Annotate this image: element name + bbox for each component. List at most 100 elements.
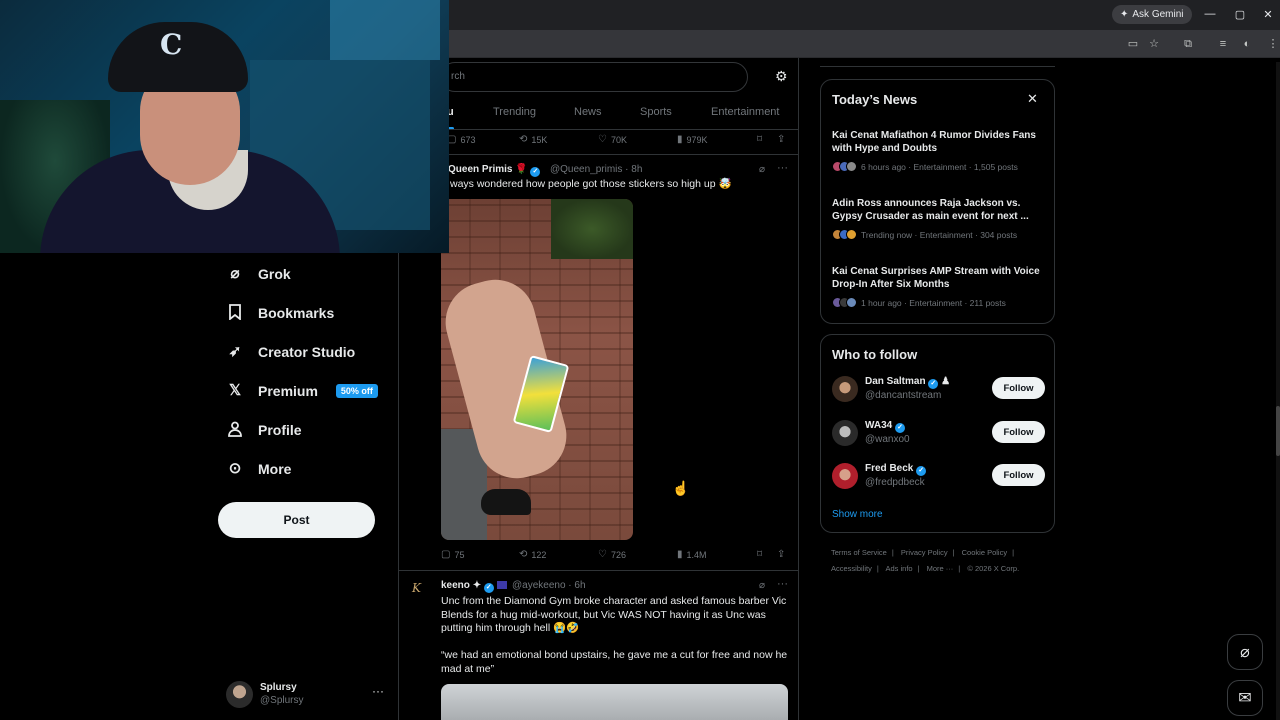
bookmark-icon: ⌑ [757, 134, 763, 145]
close-window-button[interactable]: ✕ [1261, 8, 1275, 21]
news-item-meta: Trending now · Entertainment · 304 posts [832, 229, 1017, 240]
nav-bookmarks[interactable]: Bookmarks [226, 300, 334, 326]
footer-link[interactable]: Accessibility [831, 564, 872, 573]
sidepanel-icon[interactable]: ⧉ [1181, 37, 1195, 51]
tab-trending[interactable]: Trending [493, 106, 536, 118]
views-icon: ▮ [677, 134, 683, 145]
tweet-author-name[interactable]: keeno ✦ ✓ [441, 580, 507, 593]
news-item-title[interactable]: Kai Cenat Surprises AMP Stream with Voic… [832, 265, 1047, 291]
follow-suggestion[interactable]: Fred Beck ✓ @fredpdbeck Follow [832, 461, 1047, 493]
grok-float-button[interactable]: ⌀ [1227, 634, 1263, 670]
reply-icon: ▢ [441, 549, 451, 560]
affiliate-badge-icon [496, 581, 507, 589]
tweet-text: ways wondered how people got those stick… [450, 178, 732, 190]
footer-links: Terms of Service | Privacy Policy | Cookie… [831, 548, 1015, 557]
sparkle-icon: ✦ [472, 580, 482, 591]
reply-action[interactable]: ▢ 673 [447, 134, 475, 145]
verified-badge-icon: ✓ [916, 466, 927, 476]
footer-link[interactable]: More ··· [927, 564, 954, 573]
tweet-text: “we had an emotional bond upstairs, he g… [441, 649, 788, 675]
tweet-text: Unc from the Diamond Gym broke character… [441, 595, 787, 634]
tweet-video[interactable] [441, 199, 633, 540]
follow-handle: @dancantstream [865, 390, 942, 401]
nav-profile[interactable]: Profile [226, 417, 302, 443]
tab-search-icon[interactable]: ≡ [1216, 37, 1230, 51]
reply-action[interactable]: ▢ 75 [441, 549, 464, 560]
ask-gemini-button[interactable]: ✦ Ask Gemini [1112, 5, 1192, 24]
follow-suggestion[interactable]: Dan Saltman ✓ ♟ @dancantstream Follow [832, 374, 1047, 406]
minimize-button[interactable]: — [1203, 8, 1217, 20]
tweet-media[interactable] [441, 684, 788, 720]
repost-action[interactable]: ⟲ 15K [519, 134, 547, 145]
follow-button[interactable]: Follow [992, 421, 1045, 443]
follow-name: WA34 ✓ [865, 420, 906, 433]
footer-links: Accessibility | Ads info | More ··· | © 202… [831, 564, 1020, 573]
heart-icon: ♡ [598, 134, 607, 145]
follow-suggestion[interactable]: WA34 ✓ @wanxo0 Follow [832, 418, 1047, 450]
gear-icon[interactable]: ⚙ [775, 68, 788, 85]
more-dots-icon[interactable]: ··· [372, 684, 384, 698]
repost-icon: ⟲ [519, 134, 528, 145]
grok-icon[interactable]: ⌀ [759, 580, 765, 591]
nav-premium[interactable]: 𝕏 Premium 50% off [226, 378, 378, 404]
nav-grok[interactable]: ⌀ Grok [226, 261, 290, 287]
avatar-group [832, 161, 857, 172]
footer-link[interactable]: Ads info [885, 564, 912, 573]
like-action[interactable]: ♡ 70K [598, 134, 627, 145]
views-action[interactable]: ▮ 979K [677, 134, 708, 145]
rocket-icon: ➶ [228, 343, 242, 360]
news-item-title[interactable]: Kai Cenat Mafiathon 4 Rumor Divides Fans… [832, 129, 1047, 155]
account-handle: @Splursy [260, 695, 304, 706]
verified-badge-icon: ✓ [895, 423, 906, 433]
tweet-more-icon[interactable]: ··· [777, 578, 788, 590]
post-button[interactable]: Post [218, 502, 375, 538]
tab-sports[interactable]: Sports [640, 106, 672, 118]
tab-news[interactable]: News [574, 106, 602, 118]
share-action[interactable]: ⇪ [777, 549, 785, 560]
follow-button[interactable]: Follow [992, 377, 1045, 399]
follow-button[interactable]: Follow [992, 464, 1045, 486]
bookmark-action[interactable]: ⌑ [757, 134, 762, 145]
footer-link[interactable]: Cookie Policy [962, 548, 1007, 557]
show-more-link[interactable]: Show more [832, 509, 883, 520]
tweet-more-icon[interactable]: ··· [777, 162, 788, 174]
grok-icon: ⌀ [230, 265, 240, 282]
tab-entertainment[interactable]: Entertainment [711, 106, 779, 118]
nav-creator-studio[interactable]: ➶ Creator Studio [226, 339, 356, 365]
footer-link[interactable]: Terms of Service [831, 548, 887, 557]
follow-name: Fred Beck ✓ [865, 463, 927, 476]
maximize-button[interactable]: ▢ [1233, 8, 1247, 21]
avatar-group [832, 229, 857, 240]
close-icon[interactable]: ✕ [1027, 91, 1038, 107]
cast-icon[interactable]: ▭ [1126, 37, 1140, 51]
scrollbar-thumb[interactable] [1276, 406, 1280, 456]
bookmark-action[interactable]: ⌑ [757, 549, 762, 560]
search-input[interactable]: rch [440, 62, 748, 92]
todays-news-card: Today’s News ✕ Kai Cenat Mafiathon 4 Rum… [820, 79, 1055, 324]
nav-more[interactable]: ⊙ More [226, 456, 292, 482]
verified-badge-icon: ✓ [483, 583, 494, 593]
account-switcher[interactable]: Splursy @Splursy ··· [226, 680, 386, 710]
news-item-title[interactable]: Adin Ross announces Raja Jackson vs. Gyp… [832, 197, 1047, 223]
views-action[interactable]: ▮ 1.4M [677, 549, 707, 560]
avatar [832, 376, 858, 402]
share-icon: ⇪ [777, 134, 786, 145]
grok-icon[interactable]: ⌀ [759, 164, 765, 175]
scrollbar-track[interactable] [1276, 62, 1280, 720]
menu-dots-icon[interactable]: ⋮ [1266, 37, 1280, 51]
messages-float-button[interactable]: ✉ [1227, 680, 1263, 716]
footer-link[interactable]: Privacy Policy [901, 548, 948, 557]
like-action[interactable]: ♡ 726 [598, 549, 626, 560]
tweet-author-name[interactable]: Queen Primis 🌹 ✓ [448, 164, 541, 177]
share-icon: ⇪ [777, 549, 786, 560]
right-top-divider [820, 66, 1055, 67]
avatar[interactable]: K [412, 581, 432, 601]
tweet-divider [398, 154, 799, 155]
profile-icon[interactable]: ◐ [1240, 37, 1254, 51]
share-action[interactable]: ⇪ [777, 134, 785, 145]
follow-handle: @wanxo0 [865, 434, 910, 445]
gemini-icon: ✦ [1120, 9, 1129, 20]
repost-action[interactable]: ⟲ 122 [519, 549, 546, 560]
star-icon[interactable]: ☆ [1147, 37, 1161, 51]
tweet-divider [398, 570, 799, 571]
